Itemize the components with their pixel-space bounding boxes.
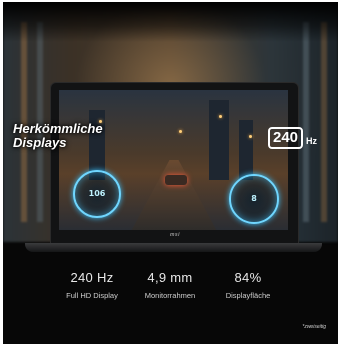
spec-label: Full HD Display <box>66 291 118 300</box>
footnote: *zweiseitig <box>302 324 326 330</box>
building <box>239 120 253 180</box>
top-vignette <box>3 2 338 42</box>
spec-bezel: 4,9 mm Monitorrahmen <box>125 270 215 301</box>
laptop-base <box>25 243 322 252</box>
city-light <box>249 135 252 138</box>
spec-value: 4,9 mm <box>147 270 193 285</box>
spec-label: Displayfläche <box>225 291 271 300</box>
headline: Herkömmliche Displays <box>13 122 103 150</box>
spec-label: Monitorrahmen <box>144 291 196 300</box>
badge-unit: Hz <box>306 136 318 146</box>
spec-refresh-rate: 240 Hz Full HD Display <box>47 270 137 301</box>
badge-value: 240 <box>268 127 304 149</box>
left-hud-gauge: 106 <box>73 170 121 218</box>
road <box>129 160 219 230</box>
light-streak <box>303 22 309 222</box>
laptop-screen: 106 8 <box>59 90 288 230</box>
brand-logo: msi <box>169 232 181 238</box>
headline-line-2: Displays <box>13 135 67 150</box>
light-streak <box>321 22 327 222</box>
promo-banner: 106 8 msi Herkömmliche Displays 240 Hz 2… <box>3 2 338 344</box>
city-light <box>179 130 182 133</box>
building <box>209 100 229 180</box>
car <box>165 175 187 185</box>
refresh-rate-badge: 240 Hz <box>268 127 317 149</box>
right-gauge-value: 8 <box>251 194 257 203</box>
city-light <box>219 115 222 118</box>
spec-value: 84% <box>234 270 262 285</box>
spec-value: 240 Hz <box>70 270 114 285</box>
headline-line-1: Herkömmliche <box>13 121 103 136</box>
spec-screen-ratio: 84% Displayfläche <box>203 270 293 301</box>
left-gauge-value: 106 <box>88 189 106 198</box>
right-hud-gauge: 8 <box>229 174 279 224</box>
